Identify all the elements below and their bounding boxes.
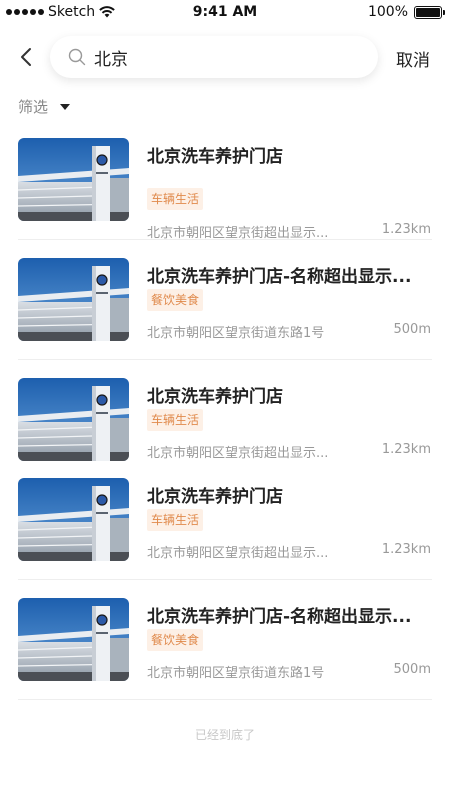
search-header: 取消 — [0, 34, 450, 80]
item-distance: 1.23km — [381, 542, 431, 557]
result-item[interactable]: 北京洗车养护门店 车辆生活 北京市朝阳区望京街超出显示... 1.23km — [0, 138, 450, 241]
item-address: 北京市朝阳区望京街道东路1号 — [147, 666, 325, 681]
item-title: 北京洗车养护门店 — [147, 147, 283, 167]
item-distance: 500m — [393, 322, 431, 337]
item-title: 北京洗车养护门店 — [147, 387, 283, 407]
status-bar: Sketch 9:41 AM 100% — [0, 0, 450, 24]
item-distance: 1.23km — [381, 222, 431, 237]
result-item[interactable]: 北京洗车养护门店 车辆生活 北京市朝阳区望京街超出显示... 1.23km — [0, 378, 450, 478]
store-thumbnail — [18, 478, 129, 561]
store-thumbnail — [18, 138, 129, 221]
category-tag: 餐饮美食 — [147, 289, 204, 311]
store-thumbnail — [18, 258, 129, 341]
item-address: 北京市朝阳区望京街超出显示... — [147, 546, 329, 561]
category-tag: 车辆生活 — [147, 409, 204, 431]
store-thumbnail — [18, 378, 129, 461]
cancel-button[interactable]: 取消 — [396, 46, 430, 71]
divider — [18, 579, 432, 580]
category-tag: 车辆生活 — [147, 509, 204, 531]
search-input[interactable] — [94, 47, 344, 67]
item-distance: 1.23km — [381, 442, 431, 457]
divider — [18, 699, 432, 700]
battery-icon — [414, 5, 445, 19]
item-title: 北京洗车养护门店-名称超出显示... — [147, 267, 412, 287]
search-box[interactable] — [50, 36, 378, 78]
category-tag: 车辆生活 — [147, 188, 204, 210]
back-chevron-icon — [21, 48, 31, 66]
battery-percent: 100% — [367, 4, 408, 20]
divider — [18, 239, 432, 240]
result-item[interactable]: 北京洗车养护门店 车辆生活 北京市朝阳区望京街超出显示... 1.23km — [0, 478, 450, 578]
status-right: 100% — [367, 4, 445, 20]
result-item[interactable]: 北京洗车养护门店-名称超出显示... 餐饮美食 北京市朝阳区望京街道东路1号 5… — [0, 258, 450, 358]
search-icon — [68, 48, 86, 66]
filter-dropdown[interactable]: 筛选 — [18, 96, 71, 117]
divider — [18, 359, 432, 360]
caret-down-icon — [60, 103, 71, 110]
back-button[interactable] — [14, 44, 38, 70]
store-thumbnail — [18, 598, 129, 681]
category-tag: 餐饮美食 — [147, 629, 204, 651]
filter-label: 筛选 — [18, 98, 49, 116]
item-title: 北京洗车养护门店-名称超出显示... — [147, 607, 412, 627]
item-distance: 500m — [393, 662, 431, 677]
item-address: 北京市朝阳区望京街道东路1号 — [147, 326, 325, 341]
item-title: 北京洗车养护门店 — [147, 487, 283, 507]
result-item[interactable]: 北京洗车养护门店-名称超出显示... 餐饮美食 北京市朝阳区望京街道东路1号 5… — [0, 598, 450, 698]
item-address: 北京市朝阳区望京街超出显示... — [147, 446, 329, 461]
end-of-list-text: 已经到底了 — [194, 728, 255, 742]
